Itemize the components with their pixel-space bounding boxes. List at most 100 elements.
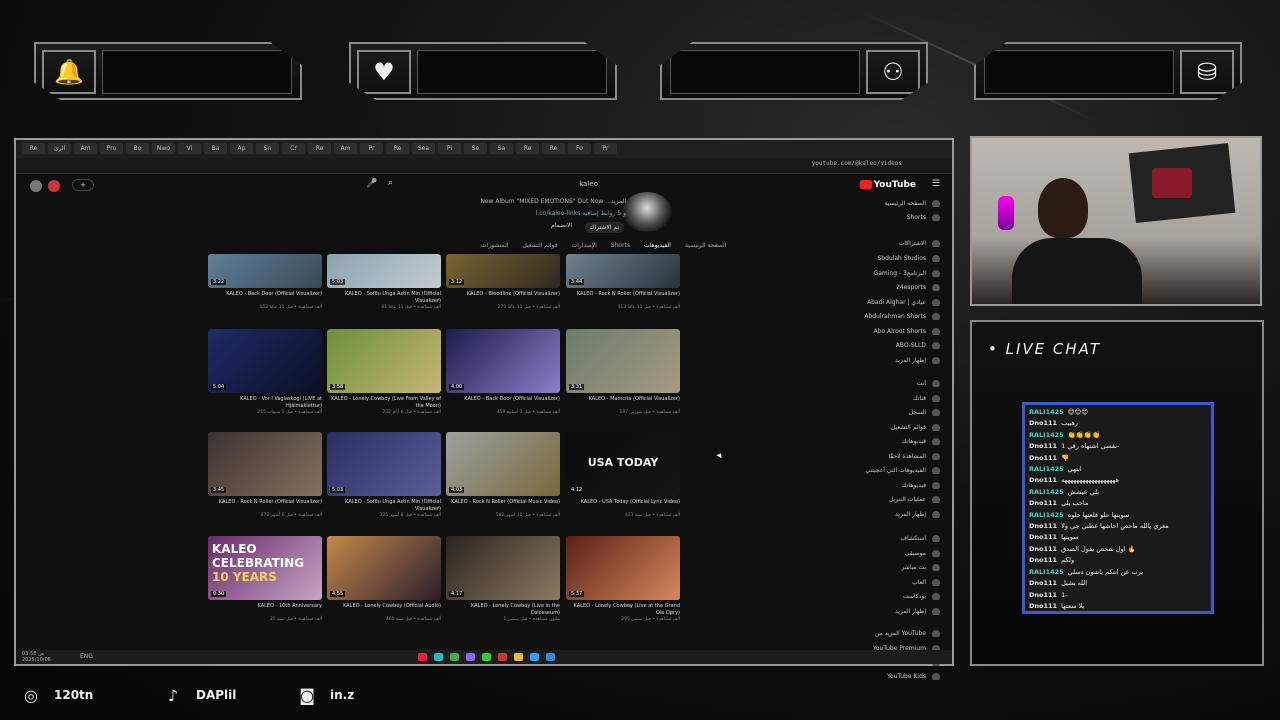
sidebar-item[interactable]: 24esports [862,284,942,291]
chrome-icon[interactable] [450,653,459,661]
video-thumbnail[interactable]: 4:55 [327,536,441,600]
browser-tab[interactable]: Pi [438,143,461,154]
video-thumbnail[interactable]: 4:03 [446,432,560,496]
video-thumbnail[interactable]: 5:37 [566,536,680,600]
app-icon[interactable] [482,653,491,661]
app-icon[interactable] [498,653,507,661]
folder-icon[interactable] [514,653,523,661]
video-title[interactable]: KALEO - Lonely Cowboy (Live From Valley … [327,396,441,410]
video-card[interactable]: 5:04 KALEO - Vor í Vaglaskógi (LIVE at Hj… [208,329,322,415]
video-thumbnail[interactable]: 4:17 [446,536,560,600]
browser-tab[interactable]: Re [22,143,45,154]
channel-tab[interactable]: Shorts [611,242,630,249]
taskbar-clock[interactable]: ص 03:58 2025/10/06 [22,651,51,663]
video-card[interactable]: 5:03 KALEO - Sofðu Unga Ástin Mín (Offici… [327,432,441,518]
video-thumbnail[interactable]: KALEO CELEBRATING 10 YEARS 0:30 [208,536,322,600]
sidebar-item[interactable]: المشاهدة لاحقًا [862,453,942,460]
browser-tab[interactable]: Sa [490,143,513,154]
app-icon[interactable] [434,653,443,661]
video-title[interactable]: KALEO - Back Door (Official Visualizer) [208,291,322,305]
url-text[interactable]: youtube.com/@kaleo/videos [812,160,902,167]
sidebar-item[interactable]: المزيد من YouTube [862,630,942,637]
browser-tab[interactable]: Pro [100,143,123,154]
app-icon[interactable] [530,653,539,661]
browser-tab[interactable]: Vi [178,143,201,154]
notifications-icon[interactable] [48,180,60,192]
video-card[interactable]: 3:44 KALEO - Rock N Roller (Official Visu… [566,254,680,310]
browser-tab[interactable]: Sn [256,143,279,154]
sidebar-item[interactable]: السجل [862,409,942,416]
video-card[interactable]: 4:03 KALEO - Rock N Roller (Official Musi… [446,432,560,518]
sidebar-item[interactable]: Sbdulah Studios [862,255,942,262]
channel-tab[interactable]: المنشورات [481,242,508,249]
browser-tab[interactable]: Bo [126,143,149,154]
sidebar-item[interactable]: Shorts [862,214,942,221]
join-button[interactable]: الانضمام [551,222,572,229]
video-card[interactable]: USA TODAY 4:12 KALEO - USA Today (Official… [566,432,680,518]
browser-tab[interactable]: Pr [360,143,383,154]
video-thumbnail[interactable]: 3:31 [566,329,680,393]
video-card[interactable]: 3:31 KALEO - Mamcita (Official Visualizer… [566,329,680,415]
sidebar-item[interactable]: الصفحة الرئيسية [862,200,942,207]
browser-tab[interactable]: Re [308,143,331,154]
channel-description[interactable]: New Album "MIXED EMOTIONS" Out Now ...ال… [480,198,626,205]
video-title[interactable]: KALEO - Bloodline (Official Visualizer) [446,291,560,305]
youtube-logo[interactable]: YouTube [859,180,916,190]
video-title[interactable]: KALEO - Rock N Roller (Official Visualiz… [566,291,680,305]
channel-links[interactable]: l.co/kaleo-links و 5 روابط إضافية [536,210,626,217]
video-card[interactable]: KALEO CELEBRATING 10 YEARS 0:30 KALEO - 10th… [208,536,322,622]
channel-tab[interactable]: الصفحة الرئيسية [685,242,726,249]
sidebar-item[interactable]: قوائم التشغيل [862,424,942,431]
video-title[interactable]: KALEO - Rock N Roller (Official Music Vi… [446,499,560,513]
video-title[interactable]: KALEO - Vor í Vaglaskógi (LIVE at Hjálma… [208,396,322,410]
browser-tab[interactable]: Re [516,143,539,154]
browser-tab[interactable]: Fo [568,143,591,154]
sidebar-item[interactable]: Gaming - 3البرنامج [862,270,942,277]
opera-icon[interactable] [418,653,427,661]
sidebar-item[interactable]: استكشاف [862,535,942,542]
video-card[interactable]: 3:12 KALEO - Bloodline (Official Visualiz… [446,254,560,310]
browser-tab[interactable]: الرئ [48,143,71,154]
video-card[interactable]: 4:55 KALEO - Lonely Cowboy (Official Audi… [327,536,441,622]
browser-tab[interactable]: Cr [282,143,305,154]
create-button[interactable]: + [72,179,94,191]
sidebar-item[interactable]: بودكاست [862,593,942,600]
video-thumbnail[interactable]: 3:44 [566,254,680,288]
browser-tab[interactable]: Am [74,143,97,154]
video-title[interactable]: KALEO - 10th Anniversary [208,603,322,617]
browser-tab[interactable]: Se [464,143,487,154]
video-thumbnail[interactable]: 5:03 [327,254,441,288]
sidebar-item[interactable]: إظهار المزيد [862,608,942,615]
video-thumbnail[interactable]: 3:45 [208,432,322,496]
sidebar-item[interactable]: موسيقى [862,550,942,557]
sidebar-item[interactable]: أنت [862,380,942,387]
sidebar-item[interactable]: ABO-SLLD [862,342,942,349]
chat-messages[interactable]: RALI1425 😊😊😊 Dno111 رهييب RALI1425 👏👏👏👏 Dno111… [1022,402,1214,614]
sidebar-item[interactable]: عمليات التنزيل [862,496,942,503]
browser-tab[interactable]: Am [334,143,357,154]
channel-tab[interactable]: قوائم التشغيل [522,242,557,249]
address-bar[interactable]: youtube.com/@kaleo/videos [16,158,952,174]
video-thumbnail[interactable]: 5:03 [327,432,441,496]
sidebar-item[interactable]: Abadi Alghar | عبادي [862,299,942,306]
video-thumbnail[interactable]: USA TODAY 4:12 [566,432,680,496]
video-thumbnail[interactable]: 3:22 [208,254,322,288]
video-title[interactable]: KALEO - Mamcita (Official Visualizer) [566,396,680,410]
video-thumbnail[interactable]: 3:12 [446,254,560,288]
sidebar-item[interactable]: YouTube Kids [862,673,942,680]
video-title[interactable]: KALEO - Lonely Cowboy (Live in the Colos… [446,603,560,617]
browser-tab[interactable]: Ba [204,143,227,154]
video-title[interactable]: KALEO - Back Door (Official Visualizer) [446,396,560,410]
search-icon[interactable]: ⌕ [388,178,393,188]
video-card[interactable]: 5:37 KALEO - Lonely Cowboy (Live at the G… [566,536,680,622]
browser-tab[interactable]: Re [386,143,409,154]
browser-tab[interactable]: Nwo [152,143,175,154]
sidebar-item[interactable]: الاشتراكات [862,240,942,247]
video-thumbnail[interactable]: 4:00 [446,329,560,393]
video-thumbnail[interactable]: 3:58 [327,329,441,393]
video-card[interactable]: 4:00 KALEO - Back Door (Official Visualiz… [446,329,560,415]
browser-tab[interactable]: Ap [230,143,253,154]
video-title[interactable]: KALEO - Rock N Roller (Official Visualiz… [208,499,322,513]
app-icon[interactable] [466,653,475,661]
video-title[interactable]: KALEO - USA Today (Official Lyric Video) [566,499,680,513]
